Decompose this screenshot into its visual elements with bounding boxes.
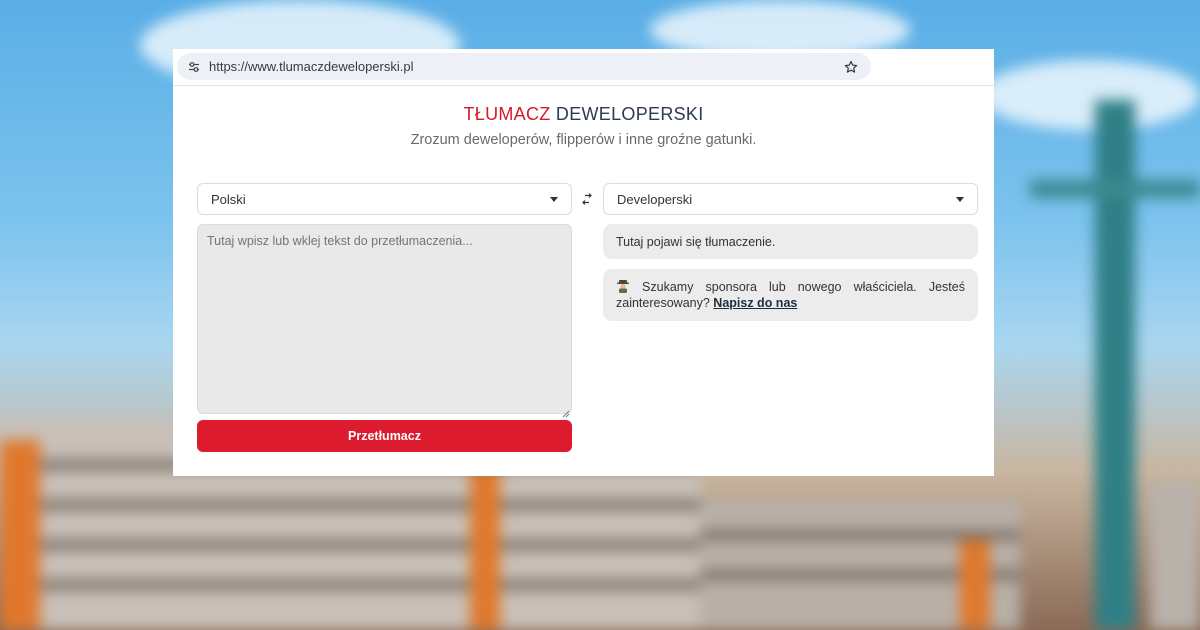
swap-icon[interactable] <box>580 192 594 206</box>
sponsor-word: Szukamy <box>642 280 694 294</box>
detective-icon <box>616 279 630 293</box>
target-language-value: Developerski <box>617 191 693 207</box>
title-red-part: TŁUMACZ <box>463 104 551 124</box>
source-language-select[interactable]: Polski <box>197 183 572 215</box>
caret-down-icon <box>550 197 558 202</box>
sponsor-question: zainteresowany? <box>616 296 710 310</box>
sponsor-word: sponsora <box>705 280 757 294</box>
sponsor-line-2: zainteresowany? Napisz do nas <box>616 295 965 311</box>
sponsor-word: właściciela. <box>853 280 917 294</box>
source-language-value: Polski <box>211 191 246 207</box>
sponsor-word: lub <box>768 280 786 294</box>
sponsor-word: nowego <box>797 280 842 294</box>
page-title: TŁUMACZ DEWELOPERSKI <box>173 104 994 125</box>
browser-toolbar: https://www.tlumaczdeweloperski.pl <box>173 49 994 86</box>
translation-output: Tutaj pojawi się tłumaczenie. <box>603 224 978 259</box>
title-dark-part: DEWELOPERSKI <box>555 104 704 124</box>
page-header: TŁUMACZ DEWELOPERSKI Zrozum deweloperów,… <box>173 86 994 148</box>
sponsor-word: Jesteś <box>928 280 965 294</box>
resize-handle-icon[interactable] <box>562 405 570 418</box>
page-subtitle: Zrozum deweloperów, flipperów i inne gro… <box>410 132 757 148</box>
star-icon[interactable] <box>841 57 861 77</box>
address-bar[interactable]: https://www.tlumaczdeweloperski.pl <box>177 53 871 80</box>
target-language-select[interactable]: Developerski <box>603 183 978 215</box>
caret-down-icon <box>956 197 964 202</box>
contact-link[interactable]: Napisz do nas <box>713 296 797 310</box>
tune-icon[interactable] <box>183 61 205 73</box>
browser-window: https://www.tlumaczdeweloperski.pl TŁUMA… <box>173 49 994 476</box>
url-text[interactable]: https://www.tlumaczdeweloperski.pl <box>209 59 841 74</box>
sponsor-notice: Szukamy sponsora lub nowego właściciela.… <box>603 269 978 321</box>
translate-button[interactable]: Przetłumacz <box>197 420 572 452</box>
sponsor-line-1: Szukamy sponsora lub nowego właściciela.… <box>616 279 965 295</box>
source-text-input[interactable] <box>197 224 572 414</box>
output-placeholder: Tutaj pojawi się tłumaczenie. <box>616 235 776 249</box>
